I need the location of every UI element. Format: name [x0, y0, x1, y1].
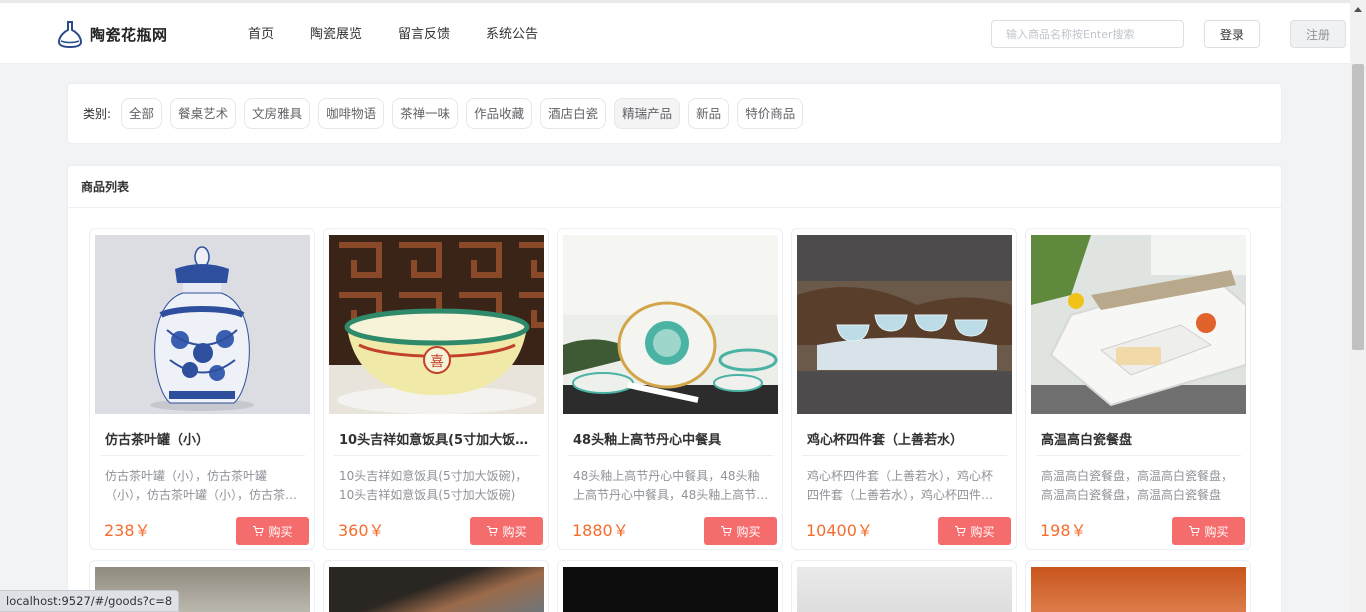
product-card[interactable] [323, 560, 549, 612]
buy-button[interactable]: 购买 [938, 517, 1011, 545]
buy-label: 购买 [970, 524, 995, 539]
white-divided-plate-image [1031, 235, 1246, 414]
product-image[interactable] [95, 235, 310, 414]
product-card[interactable] [791, 560, 1017, 612]
search-input[interactable] [991, 20, 1184, 48]
buy-button[interactable]: 购买 [236, 517, 309, 545]
page-scrollbar[interactable] [1350, 0, 1366, 612]
blue-white-jar-image [95, 235, 310, 414]
browser-status-url: localhost:9527/#/goods?c=8 [0, 590, 180, 612]
product-description: 10头吉祥如意饭具(5寸加大饭碗)，10头吉祥如意饭具(5寸加大饭碗) [339, 469, 528, 502]
buy-button[interactable]: 购买 [470, 517, 543, 545]
product-image[interactable]: 喜 [329, 235, 544, 414]
buy-label: 购买 [502, 524, 527, 539]
category-premium[interactable]: 精瑞产品 [614, 98, 681, 129]
divider [334, 455, 539, 456]
product-card[interactable]: 喜 10头吉祥如意饭具(5寸加大饭碗) 10头吉祥如意饭具(5寸加大饭碗)，10… [323, 228, 549, 550]
dinnerware-set-image [563, 235, 778, 414]
buy-label: 购买 [268, 524, 293, 539]
scrollbar-thumb[interactable] [1352, 64, 1364, 350]
product-card[interactable] [1025, 560, 1251, 612]
site-logo[interactable]: 陶瓷花瓶网 [56, 19, 168, 49]
product-price: 10400￥ [806, 521, 873, 540]
cart-icon [955, 525, 967, 536]
vase-logo-icon [58, 21, 82, 48]
product-price: 238￥ [104, 521, 151, 540]
buy-label: 购买 [736, 524, 761, 539]
cart-icon [721, 525, 733, 536]
divider [568, 455, 773, 456]
category-tableware-art[interactable]: 餐桌艺术 [170, 98, 237, 129]
product-name[interactable]: 10头吉祥如意饭具(5寸加大饭碗) [339, 429, 534, 448]
product-image[interactable] [797, 567, 1012, 612]
product-card[interactable]: 高温高白瓷餐盘 高温高白瓷餐盘，高温高白瓷餐盘，高温高白瓷餐盘，高温高白瓷餐盘 … [1025, 228, 1251, 550]
category-collection[interactable]: 作品收藏 [466, 98, 533, 129]
category-new[interactable]: 新品 [688, 98, 730, 129]
nav-exhibition[interactable]: 陶瓷展览 [310, 23, 362, 42]
product-price: 360￥ [338, 521, 385, 540]
category-coffee[interactable]: 咖啡物语 [318, 98, 385, 129]
svg-text:喜: 喜 [430, 354, 444, 370]
product-card[interactable]: 48头釉上高节丹心中餐具 48头釉上高节丹心中餐具，48头釉上高节丹心中餐具，4… [557, 228, 783, 550]
category-hotel-white[interactable]: 酒店白瓷 [540, 98, 607, 129]
product-image[interactable] [1031, 567, 1246, 612]
scroll-up-arrow-icon[interactable] [1350, 3, 1366, 15]
site-name: 陶瓷花瓶网 [90, 25, 168, 44]
buy-button[interactable]: 购买 [1172, 517, 1245, 545]
category-special-offer[interactable]: 特价商品 [737, 98, 804, 129]
cart-icon [487, 525, 499, 536]
product-image[interactable] [797, 235, 1012, 414]
product-image[interactable] [563, 235, 778, 414]
divider [100, 455, 305, 456]
login-button[interactable]: 登录 [1204, 20, 1260, 48]
main-nav: 首页 陶瓷展览 留言反馈 系统公告 [230, 23, 556, 42]
category-filter: 类别: 全部 餐桌艺术 文房雅具 咖啡物语 茶禅一味 作品收藏 酒店白瓷 精瑞产… [67, 83, 1282, 144]
nav-feedback[interactable]: 留言反馈 [398, 23, 450, 42]
divider [1036, 455, 1241, 456]
product-name[interactable]: 仿古茶叶罐（小） [105, 429, 300, 448]
register-button[interactable]: 注册 [1290, 20, 1346, 48]
category-all[interactable]: 全部 [121, 98, 163, 129]
product-description: 48头釉上高节丹心中餐具，48头釉上高节丹心中餐具，48头釉上高节丹心中餐具 [573, 469, 769, 502]
celadon-cup-set-image [797, 235, 1012, 414]
top-navbar: 陶瓷花瓶网 首页 陶瓷展览 留言反馈 系统公告 登录 注册 [0, 0, 1350, 64]
product-card[interactable]: 鸡心杯四件套（上善若水） 鸡心杯四件套（上善若水），鸡心杯四件套（上善若水），鸡… [791, 228, 1017, 550]
cart-icon [253, 525, 265, 536]
product-description: 仿古茶叶罐（小），仿古茶叶罐（小），仿古茶叶罐（小），仿古茶叶罐（小） [105, 469, 298, 502]
divider [802, 455, 1007, 456]
category-label: 类别: [83, 107, 112, 121]
nav-home[interactable]: 首页 [248, 23, 274, 42]
product-image[interactable] [329, 567, 544, 612]
product-image[interactable] [563, 567, 778, 612]
product-description: 鸡心杯四件套（上善若水），鸡心杯四件套（上善若水），鸡心杯四件套（上善若水） [807, 469, 994, 502]
product-card[interactable]: 仿古茶叶罐（小） 仿古茶叶罐（小），仿古茶叶罐（小），仿古茶叶罐（小），仿古茶叶… [89, 228, 315, 550]
product-price: 198￥ [1040, 521, 1087, 540]
product-name[interactable]: 高温高白瓷餐盘 [1041, 429, 1236, 448]
category-tea-zen[interactable]: 茶禅一味 [392, 98, 459, 129]
product-name[interactable]: 鸡心杯四件套（上善若水） [807, 429, 1002, 448]
buy-button[interactable]: 购买 [704, 517, 777, 545]
product-name[interactable]: 48头釉上高节丹心中餐具 [573, 429, 768, 448]
category-stationery[interactable]: 文房雅具 [244, 98, 311, 129]
buy-label: 购买 [1204, 524, 1229, 539]
nav-announcements[interactable]: 系统公告 [486, 23, 538, 42]
product-list-title: 商品列表 [68, 166, 1281, 208]
product-description: 高温高白瓷餐盘，高温高白瓷餐盘，高温高白瓷餐盘，高温高白瓷餐盘 [1041, 469, 1234, 502]
product-card[interactable] [557, 560, 783, 612]
product-image[interactable] [1031, 235, 1246, 414]
cart-icon [1189, 525, 1201, 536]
rice-bowl-image: 喜 [329, 235, 544, 414]
product-price: 1880￥ [572, 521, 629, 540]
